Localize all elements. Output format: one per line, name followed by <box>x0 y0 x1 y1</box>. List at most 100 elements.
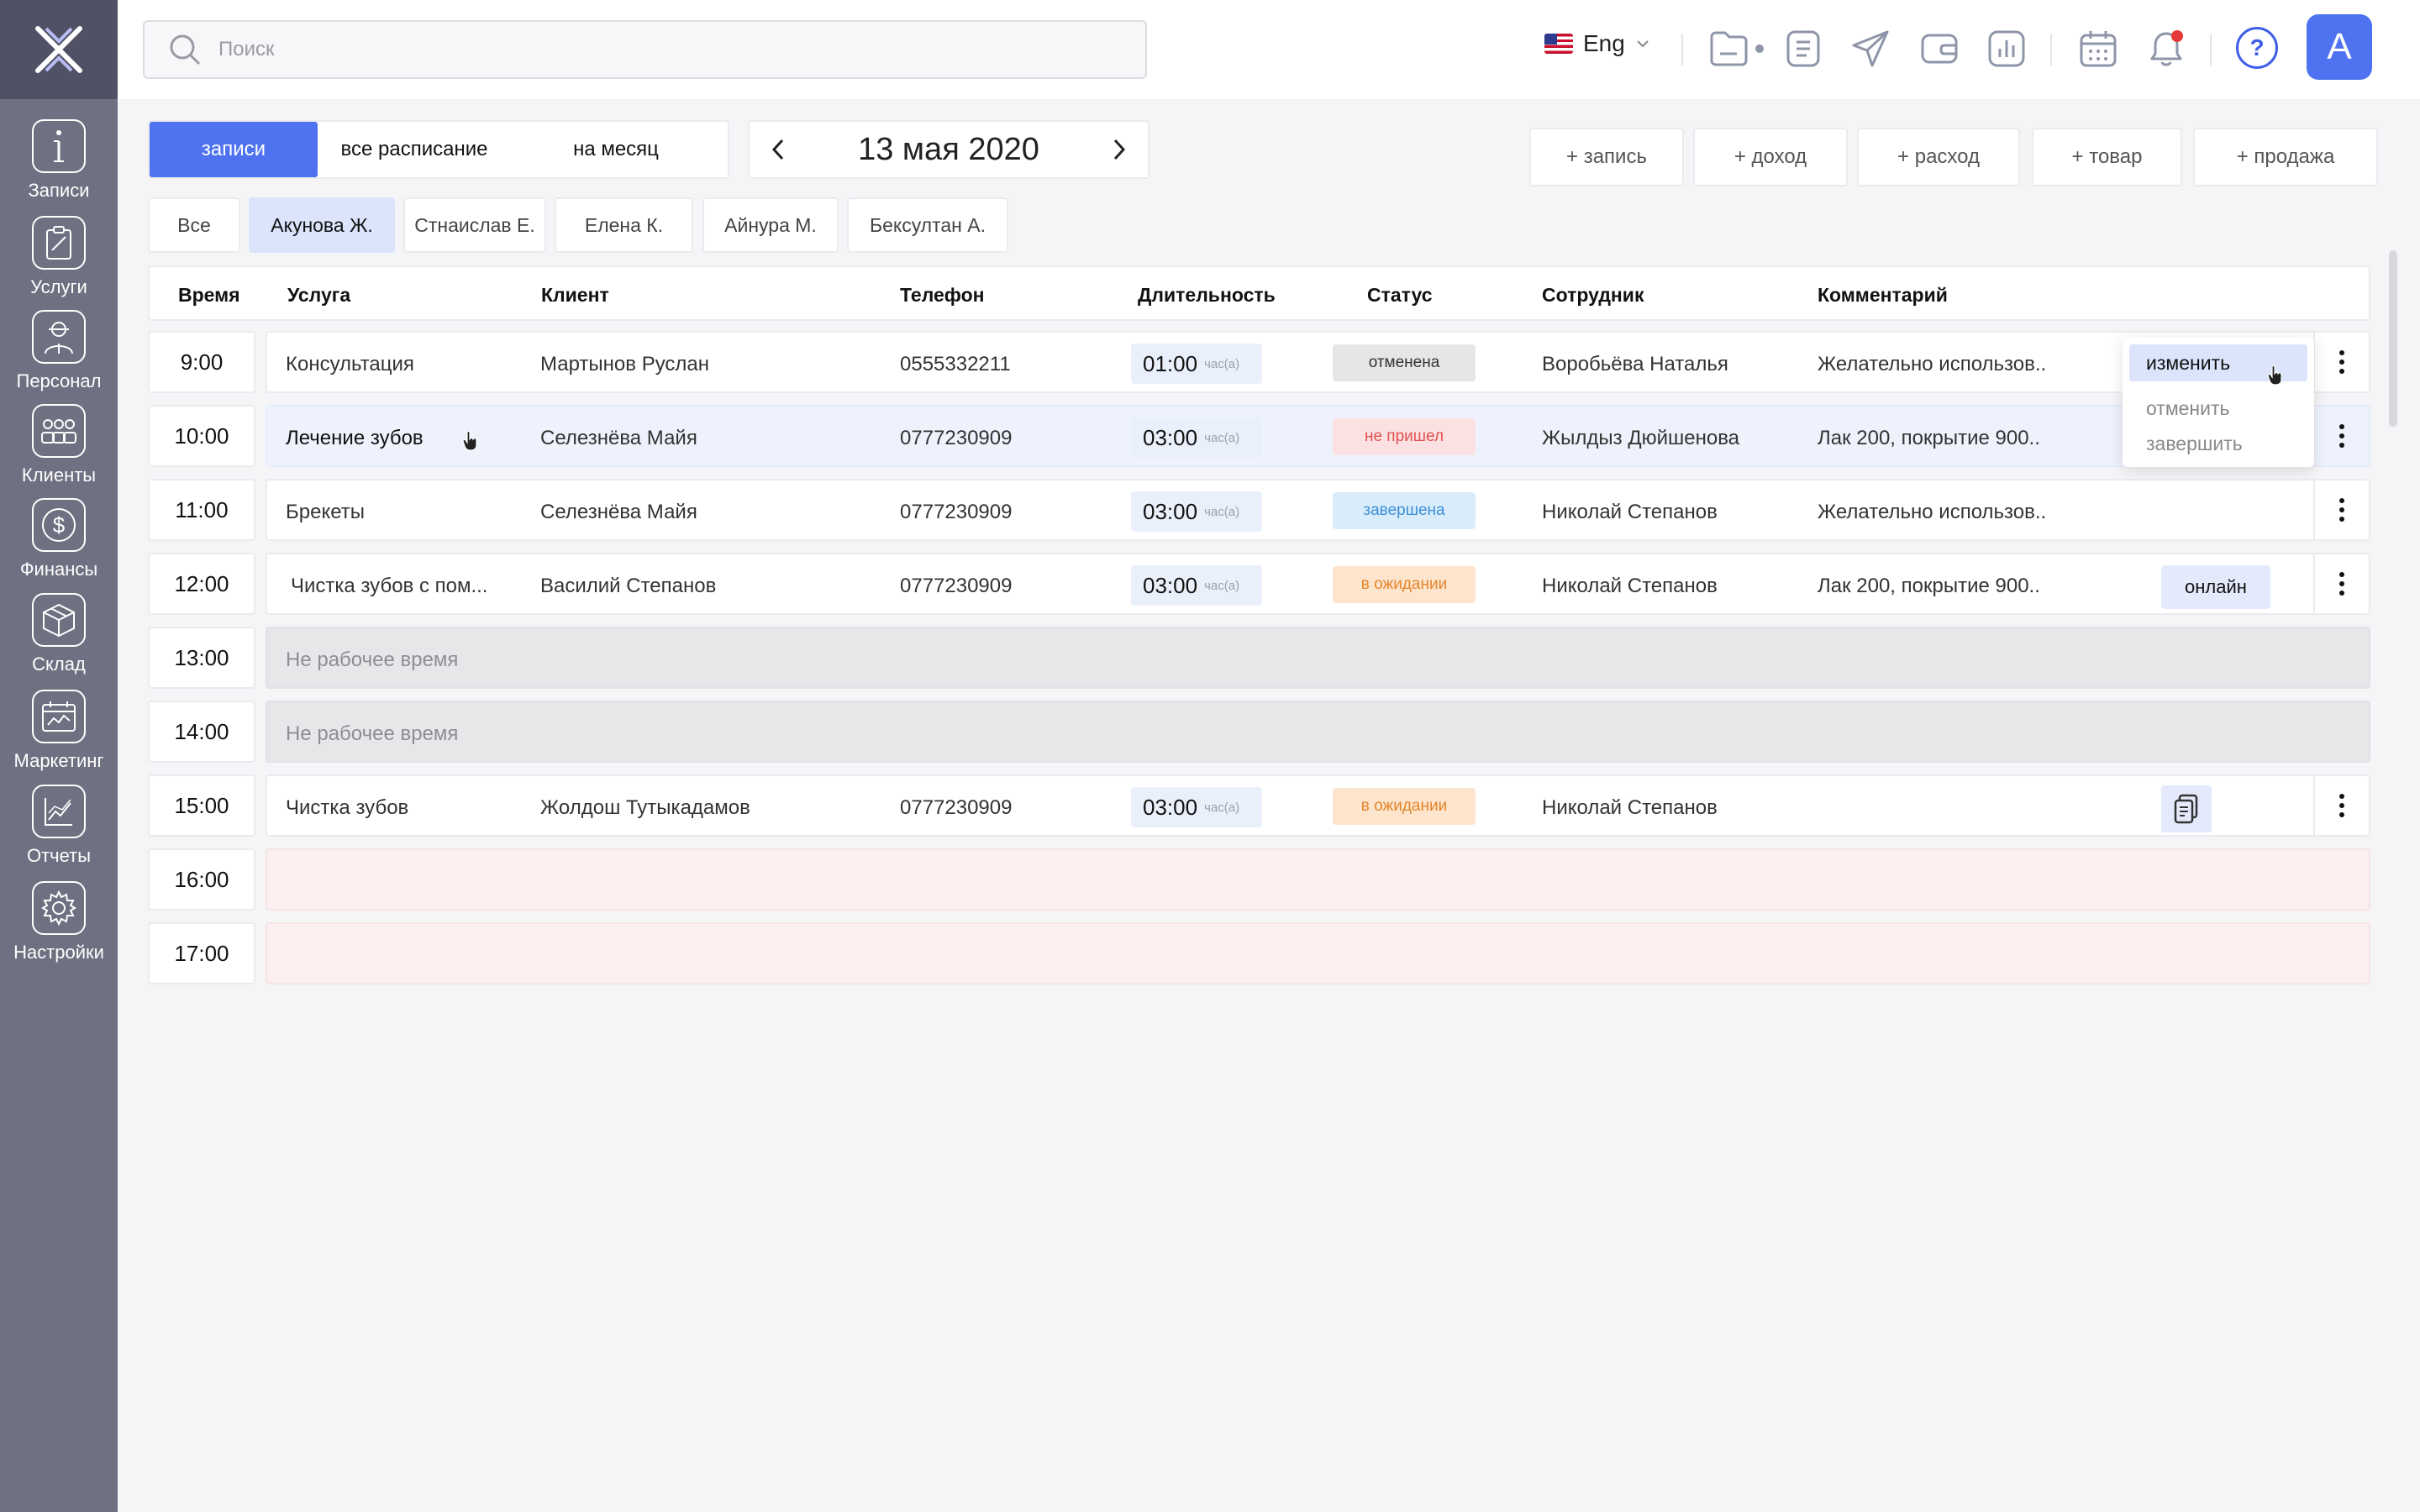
tab-month[interactable]: на месяц <box>511 122 721 177</box>
calendar-icon[interactable] <box>2076 27 2120 71</box>
sidebar-item-warehouse[interactable]: Склад <box>0 593 118 687</box>
user-avatar[interactable]: A <box>2307 14 2372 80</box>
send-icon[interactable] <box>1849 27 1892 71</box>
sidebar-item-marketing[interactable]: Маркетинг <box>0 690 118 784</box>
sidebar-item-label: Отчеты <box>26 845 92 866</box>
language-label: Eng <box>1583 30 1625 56</box>
empty-row[interactable] <box>266 848 2370 911</box>
duration-badge: 03:00 час(а) <box>1131 491 1262 532</box>
table-row[interactable]: Чистка зубов Жолдош Тутыкадамов 07772309… <box>266 774 2370 837</box>
service-cell: Брекеты <box>286 501 366 523</box>
add-product-button[interactable]: + товар <box>2032 128 2182 186</box>
folder-icon[interactable] <box>1707 27 1770 71</box>
sidebar-item-label: Склад <box>32 654 86 675</box>
gear-icon <box>32 881 86 935</box>
column-header-comment: Комментарий <box>1818 284 1948 306</box>
table-row[interactable]: Лечение зубов Селезнёва Майя 0777230909 … <box>266 405 2370 467</box>
clients-icon <box>32 404 86 458</box>
sidebar-item-clients[interactable]: Клиенты <box>0 404 118 498</box>
add-expense-button[interactable]: + расход <box>1857 128 2020 186</box>
duration-badge: 03:00 час(а) <box>1131 787 1262 827</box>
sidebar-item-records[interactable]: Записи <box>0 119 118 213</box>
service-cell: Чистка зубов с пом... <box>291 575 488 597</box>
notification-dot <box>2171 30 2183 42</box>
staff-filter-beksultan[interactable]: Бексултан А. <box>847 197 1008 253</box>
table-row[interactable]: Чистка зубов с пом... Василий Степанов 0… <box>266 553 2370 615</box>
svg-text:$: $ <box>53 512 66 538</box>
view-tabs: записи все расписание на месяц <box>148 120 729 179</box>
staff-filter-elena[interactable]: Елена К. <box>555 197 693 253</box>
employee-cell: Николай Степанов <box>1542 575 1718 597</box>
help-button[interactable]: ? <box>2236 27 2278 69</box>
time-slot: 17:00 <box>148 922 255 984</box>
status-badge: завершена <box>1333 492 1476 529</box>
row-menu-button[interactable] <box>2313 554 2369 613</box>
phone-cell: 0777230909 <box>900 575 1013 597</box>
time-slot: 11:00 <box>148 479 255 541</box>
box-icon <box>32 593 86 647</box>
document-list-icon[interactable] <box>1781 27 1825 71</box>
staff-icon <box>32 310 86 364</box>
prev-date-button[interactable] <box>768 137 788 162</box>
bar-chart-icon[interactable] <box>1985 27 2028 71</box>
duration-value: 03:00 <box>1143 794 1198 820</box>
sidebar-item-reports[interactable]: Отчеты <box>0 785 118 879</box>
column-header-employee: Сотрудник <box>1542 284 1644 306</box>
row-menu-button[interactable] <box>2313 407 2369 465</box>
wallet-icon[interactable] <box>1918 27 1961 71</box>
comment-cell: Желательно использов.. <box>1818 501 2047 523</box>
sidebar-item-services[interactable]: Услуги <box>0 216 118 310</box>
document-button[interactable] <box>2161 785 2212 832</box>
tab-records[interactable]: записи <box>150 122 318 177</box>
duration-value: 03:00 <box>1143 424 1198 450</box>
table-row[interactable]: Брекеты Селезнёва Майя 0777230909 03:00 … <box>266 479 2370 541</box>
service-cell: Лечение зубов <box>286 427 424 449</box>
row-menu-button[interactable] <box>2313 333 2369 391</box>
staff-filter-akunova[interactable]: Акунова Ж. <box>249 197 395 253</box>
phone-cell: 0555332211 <box>900 353 1011 375</box>
chevron-left-icon <box>771 139 784 160</box>
sidebar-item-staff[interactable]: Персонал <box>0 310 118 404</box>
bell-icon[interactable] <box>2144 27 2188 71</box>
status-badge: в ожидании <box>1333 566 1476 603</box>
add-income-button[interactable]: + доход <box>1693 128 1848 186</box>
online-badge[interactable]: онлайн <box>2161 565 2270 609</box>
hand-cursor-icon <box>2267 365 2282 386</box>
header-separator <box>2050 34 2052 66</box>
column-header-status: Статус <box>1367 284 1433 306</box>
document-copy-icon <box>2174 794 2198 824</box>
menu-item-complete[interactable]: завершить <box>2129 425 2307 462</box>
comment-cell: Лак 200, покрытие 900.. <box>1818 575 2040 597</box>
vertical-scrollbar[interactable] <box>2389 250 2397 427</box>
staff-filter-all[interactable]: Все <box>148 197 240 253</box>
column-header-phone: Телефон <box>900 284 985 306</box>
table-header: Время Услуга Клиент Телефон Длительность… <box>148 265 2370 321</box>
duration-badge: 03:00 час(а) <box>1131 565 1262 606</box>
next-date-button[interactable] <box>1109 137 1129 162</box>
menu-item-cancel[interactable]: отменить <box>2129 390 2307 427</box>
status-badge: отменена <box>1333 344 1476 381</box>
table-row[interactable]: Консультация Мартынов Руслан 0555332211 … <box>266 331 2370 393</box>
duration-value: 01:00 <box>1143 350 1198 376</box>
search-input[interactable] <box>218 38 1059 61</box>
marketing-icon <box>32 690 86 743</box>
staff-filter-stanislav[interactable]: Стнаислав Е. <box>403 197 546 253</box>
non-working-row: Не рабочее время <box>266 701 2370 763</box>
duration-badge: 03:00 час(а) <box>1131 417 1262 458</box>
tab-full-schedule[interactable]: все расписание <box>318 122 511 177</box>
add-record-button[interactable]: + запись <box>1529 128 1684 186</box>
header-separator <box>1681 34 1683 66</box>
add-sale-button[interactable]: + продажа <box>2193 128 2378 186</box>
sidebar-item-label: Клиенты <box>21 465 97 486</box>
language-selector[interactable]: Eng <box>1544 30 1652 57</box>
employee-cell: Воробьёва Наталья <box>1542 353 1728 375</box>
row-menu-button[interactable] <box>2313 776 2369 835</box>
app-logo[interactable] <box>0 0 118 99</box>
sidebar-item-finance[interactable]: $ Финансы <box>0 498 118 592</box>
sidebar-item-settings[interactable]: Настройки <box>0 881 118 975</box>
employee-cell: Николай Степанов <box>1542 796 1718 819</box>
empty-row[interactable] <box>266 922 2370 984</box>
staff-filter-ainura[interactable]: Айнура М. <box>702 197 839 253</box>
non-working-label: Не рабочее время <box>286 722 459 745</box>
row-menu-button[interactable] <box>2313 480 2369 539</box>
